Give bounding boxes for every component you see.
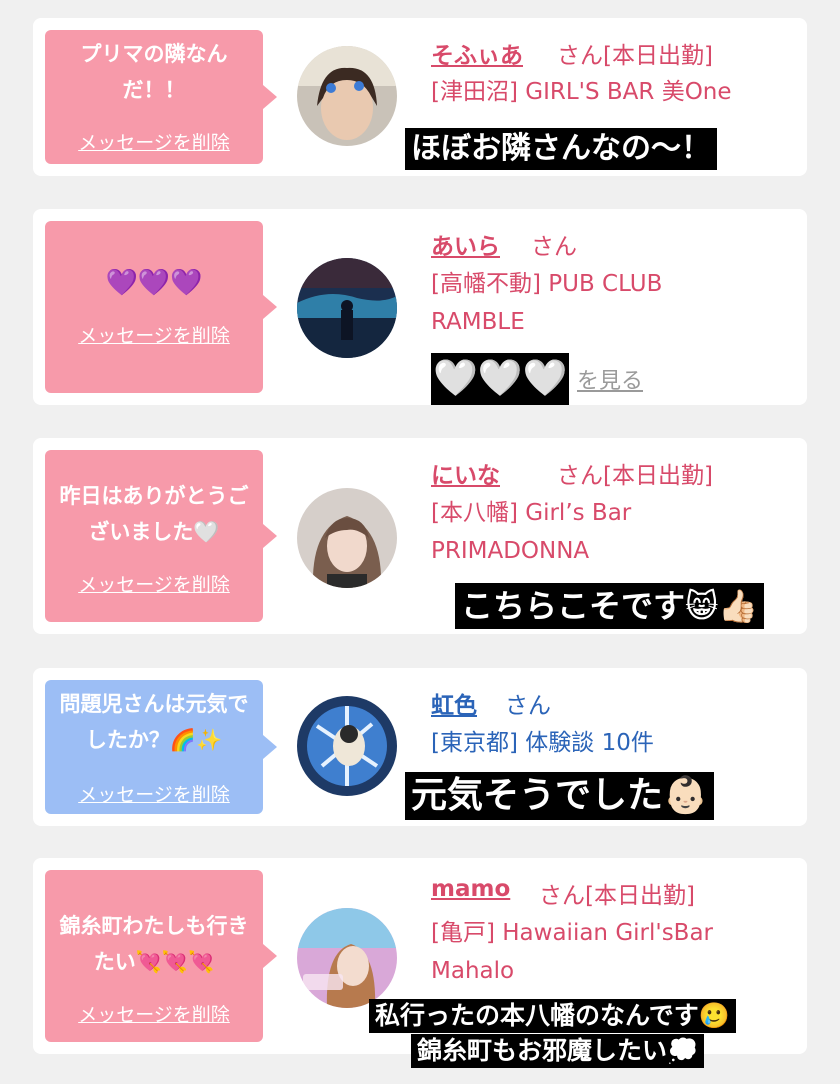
- message-bubble: プリマの隣なんだ！！ メッセージを削除: [45, 30, 277, 164]
- caption-overlay-line1: 私行ったの本八幡のなんです🥲: [369, 999, 736, 1033]
- cast-honorific: さん[本日出勤]: [557, 463, 713, 489]
- avatar[interactable]: [297, 908, 397, 1008]
- cast-name-link[interactable]: あいら: [431, 227, 500, 261]
- cast-honorific: さん: [505, 693, 551, 719]
- message-text: 💜💜💜: [105, 268, 203, 298]
- shop-info: [東京都] 体験談 10件: [431, 730, 654, 756]
- caption-overlay-line2: 錦糸町もお邪魔したい💭: [411, 1034, 705, 1068]
- message-text: プリマの隣なんだ！！: [80, 42, 228, 102]
- shop-info: [亀戸] Hawaiian Girl'sBar Mahalo: [431, 920, 714, 984]
- shop-info: [高幡不動] PUB CLUB RAMBLE: [431, 271, 663, 335]
- cast-name-link[interactable]: mamo: [431, 876, 510, 902]
- delete-message-link[interactable]: メッセージを削除: [45, 1000, 263, 1027]
- message-card: 💜💜💜 メッセージを削除 あいら さん [高幡不動] PUB CLUB RAMB…: [33, 209, 807, 405]
- message-card: プリマの隣なんだ！！ メッセージを削除 そふぃあ さん[本日出勤] [津田沼] …: [33, 18, 807, 176]
- delete-message-link[interactable]: メッセージを削除: [45, 321, 263, 348]
- shop-info: [本八幡] Girl’s Bar PRIMADONNA: [431, 500, 632, 564]
- see-more-link[interactable]: を見る: [577, 363, 643, 395]
- avatar[interactable]: [297, 696, 397, 796]
- avatar[interactable]: [297, 258, 397, 358]
- message-bubble: 錦糸町わたしも行きたい💘💘💘 メッセージを削除: [45, 870, 277, 1042]
- avatar[interactable]: [297, 46, 397, 146]
- cast-name-link[interactable]: そふぃあ: [431, 36, 523, 70]
- message-bubble: 問題児さんは元気でしたか？🌈✨ メッセージを削除: [45, 680, 277, 814]
- avatar[interactable]: [297, 488, 397, 588]
- message-text: 昨日はありがとうございました🤍: [59, 484, 249, 544]
- message-card: 問題児さんは元気でしたか？🌈✨ メッセージを削除 虹色 さん [東京都] 体験談…: [33, 668, 807, 826]
- message-bubble: 昨日はありがとうございました🤍 メッセージを削除: [45, 450, 277, 622]
- message-text: 錦糸町わたしも行きたい💘💘💘: [59, 914, 249, 974]
- caption-overlay: こちらこそです😸👍🏻: [455, 583, 765, 629]
- caption-overlay: 元気そうでした👶🏻: [405, 772, 714, 820]
- shop-info: [津田沼] GIRL'S BAR 美One: [431, 79, 732, 105]
- message-card: 昨日はありがとうございました🤍 メッセージを削除 にいな さん[本日出勤] [本…: [33, 438, 807, 634]
- delete-message-link[interactable]: メッセージを削除: [45, 570, 263, 597]
- message-bubble: 💜💜💜 メッセージを削除: [45, 221, 277, 393]
- delete-message-link[interactable]: メッセージを削除: [45, 780, 263, 807]
- delete-message-link[interactable]: メッセージを削除: [45, 128, 263, 155]
- message-text: 問題児さんは元気でしたか？🌈✨: [59, 692, 249, 752]
- caption-overlay: 🤍🤍🤍: [431, 353, 570, 405]
- cast-name-link[interactable]: 虹色: [431, 686, 477, 720]
- caption-overlay: ほぼお隣さんなの〜！: [405, 128, 717, 170]
- cast-honorific: さん[本日出勤]: [539, 883, 695, 909]
- cast-name-link[interactable]: にいな: [431, 456, 500, 490]
- cast-honorific: さん[本日出勤]: [557, 43, 713, 69]
- message-card: 錦糸町わたしも行きたい💘💘💘 メッセージを削除 mamo さん[本日出勤] [亀…: [33, 858, 807, 1068]
- cast-honorific: さん: [531, 234, 577, 260]
